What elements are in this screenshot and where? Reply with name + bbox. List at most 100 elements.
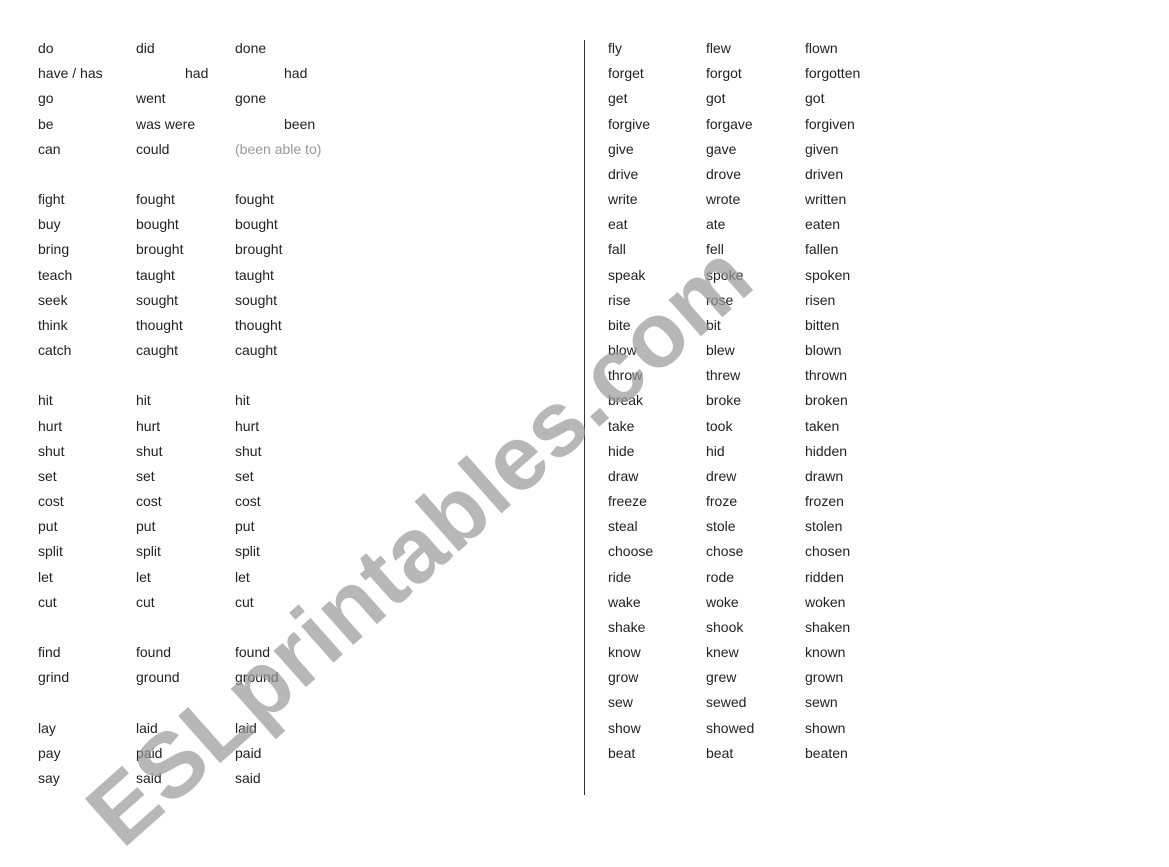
base-form: get [608, 90, 628, 107]
past-simple: hurt [136, 417, 161, 434]
past-participle: laid [235, 719, 257, 736]
past-participle: grown [805, 669, 844, 686]
past-participle: hit [235, 392, 250, 409]
base-form: shut [38, 442, 65, 459]
past-simple: laid [136, 719, 158, 736]
past-participle: frozen [805, 493, 844, 510]
base-form: have / has [38, 65, 103, 82]
past-participle: given [805, 140, 839, 157]
past-simple: could [136, 140, 170, 157]
base-form: throw [608, 367, 643, 384]
past-participle: forgotten [805, 65, 861, 82]
past-simple: was were [136, 115, 196, 132]
base-form: hit [38, 392, 53, 409]
past-simple: hit [136, 392, 151, 409]
past-participle: got [805, 90, 825, 107]
past-participle: cost [235, 493, 261, 510]
past-participle: taught [235, 266, 274, 283]
base-form: steal [608, 518, 638, 535]
past-participle: thrown [805, 367, 848, 384]
base-form: rise [608, 291, 631, 308]
base-form: show [608, 719, 641, 736]
past-simple: shut [136, 442, 163, 459]
past-simple: drew [706, 467, 737, 484]
past-participle: spoken [805, 266, 851, 283]
past-participle: said [235, 769, 261, 786]
base-form: forgive [608, 115, 651, 132]
past-simple: put [136, 518, 156, 535]
past-participle: cut [235, 593, 254, 610]
past-participle: bought [235, 216, 278, 233]
past-participle: forgiven [805, 115, 855, 132]
base-form: can [38, 140, 61, 157]
past-simple: taught [136, 266, 175, 283]
base-form: say [38, 769, 60, 786]
base-form: hide [608, 442, 635, 459]
past-simple: let [136, 568, 151, 585]
base-form: shake [608, 618, 646, 635]
past-simple: bought [136, 216, 179, 233]
base-form: fight [38, 191, 65, 208]
past-simple: cost [136, 493, 162, 510]
base-form: ride [608, 568, 632, 585]
base-form: sew [608, 694, 633, 711]
past-participle: flown [805, 40, 838, 56]
past-simple: blew [706, 342, 735, 359]
past-simple: showed [706, 719, 755, 736]
past-simple: grew [706, 669, 737, 686]
past-participle: gone [235, 90, 267, 107]
past-participle: known [805, 644, 846, 661]
past-simple: got [706, 90, 726, 107]
past-simple: broke [706, 392, 742, 409]
past-simple: ate [706, 216, 726, 233]
past-participle: been [284, 115, 316, 132]
base-form: go [38, 90, 54, 107]
past-simple: forgot [706, 65, 742, 82]
past-simple: fell [706, 241, 724, 258]
past-simple: forgave [706, 115, 753, 132]
past-participle: put [235, 518, 255, 535]
base-form: let [38, 568, 53, 585]
base-form: break [608, 392, 644, 409]
past-participle: fought [235, 191, 274, 208]
base-form: pay [38, 744, 61, 761]
base-form: take [608, 417, 635, 434]
past-participle: chosen [805, 543, 851, 560]
base-form: teach [38, 266, 73, 283]
past-participle: hurt [235, 417, 260, 434]
past-participle: woken [805, 593, 846, 610]
past-simple: sewed [706, 694, 747, 711]
past-participle: beaten [805, 744, 848, 761]
past-simple: gave [706, 140, 737, 157]
base-form: catch [38, 342, 72, 359]
past-simple: paid [136, 744, 163, 761]
base-form: grow [608, 669, 639, 686]
base-form: cost [38, 493, 64, 510]
base-form: freeze [608, 493, 647, 510]
past-participle: set [235, 467, 254, 484]
past-participle: paid [235, 744, 262, 761]
base-form: drive [608, 165, 639, 182]
base-form: fly [608, 40, 622, 56]
base-form: grind [38, 669, 70, 686]
past-participle: shown [805, 719, 846, 736]
past-participle: risen [805, 291, 836, 308]
past-simple: took [706, 417, 733, 434]
past-simple: stole [706, 518, 736, 535]
past-simple: shook [706, 618, 744, 635]
base-form: seek [38, 291, 68, 308]
base-form: split [38, 543, 63, 560]
base-form: find [38, 644, 61, 661]
past-simple: said [136, 769, 162, 786]
past-participle: (been able to) [235, 140, 322, 157]
base-form: know [608, 644, 641, 661]
past-participle: blown [805, 342, 842, 359]
past-participle: done [235, 40, 267, 56]
past-participle: hidden [805, 442, 848, 459]
past-simple: chose [706, 543, 744, 560]
past-simple: rode [706, 568, 735, 585]
past-participle: sewn [805, 694, 838, 711]
past-simple: brought [136, 241, 184, 258]
base-form: blow [608, 342, 637, 359]
past-participle: thought [235, 316, 282, 333]
